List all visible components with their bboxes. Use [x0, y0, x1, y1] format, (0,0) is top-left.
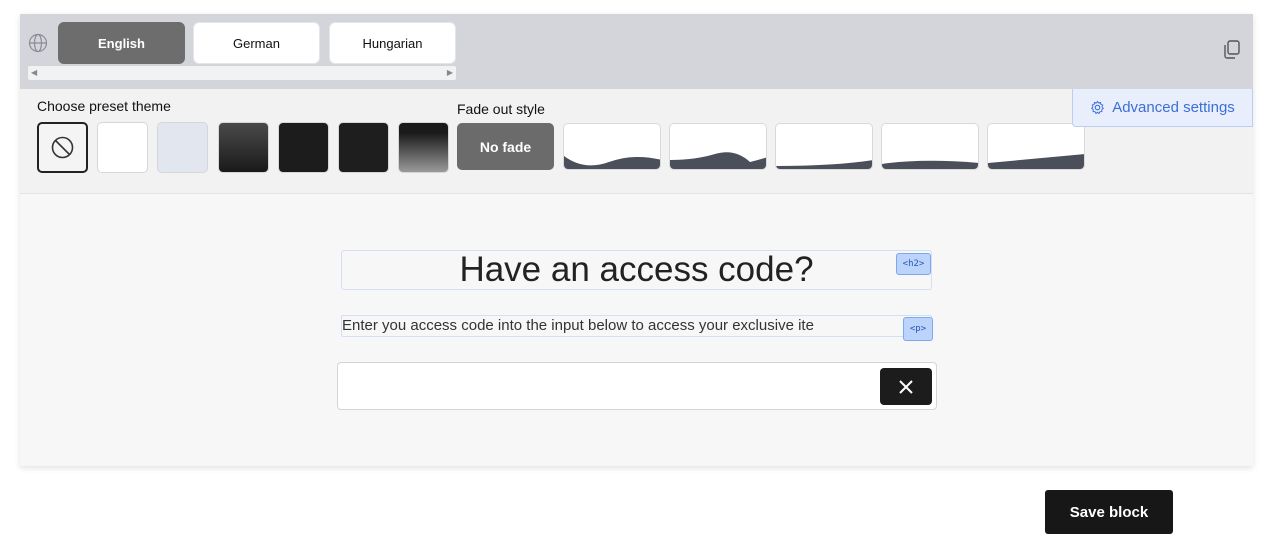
language-bar: English German Hungarian ◀ ▶ — [20, 14, 1253, 89]
fade-curve-2-icon — [882, 160, 978, 169]
advanced-settings-button[interactable]: Advanced settings — [1072, 89, 1253, 127]
fade-curve-1-icon — [776, 160, 872, 169]
theme-light-gray[interactable] — [157, 122, 208, 173]
fade-curve-2-button[interactable] — [881, 123, 979, 170]
theme-settings: Choose preset theme Fade out style No fa… — [20, 89, 1253, 194]
heading-text[interactable]: Have an access code? — [341, 250, 932, 290]
paragraph-text[interactable]: Enter you access code into the input bel… — [341, 315, 932, 337]
fade-wave-2-icon — [670, 152, 766, 169]
preset-theme-label: Choose preset theme — [37, 98, 171, 114]
tab-hungarian[interactable]: Hungarian — [329, 22, 456, 64]
fade-style-label: Fade out style — [457, 101, 545, 117]
scroll-left-icon[interactable]: ◀ — [31, 66, 37, 80]
fade-slope-icon — [988, 154, 1084, 169]
theme-none[interactable] — [37, 122, 88, 173]
theme-white[interactable] — [97, 122, 148, 173]
globe-icon — [28, 33, 48, 53]
theme-dark-gradient[interactable] — [218, 122, 269, 173]
fade-curve-1-button[interactable] — [775, 123, 873, 170]
clear-button[interactable] — [880, 368, 932, 405]
fade-wave-1-button[interactable] — [563, 123, 661, 170]
no-theme-icon — [51, 136, 74, 159]
theme-black-gradient[interactable] — [398, 122, 449, 173]
fade-none-button[interactable]: No fade — [457, 123, 554, 170]
scroll-right-icon[interactable]: ▶ — [447, 66, 453, 80]
fade-wave-2-button[interactable] — [669, 123, 767, 170]
tab-english[interactable]: English — [58, 22, 185, 64]
advanced-settings-label: Advanced settings — [1112, 99, 1235, 116]
block-editor: English German Hungarian ◀ ▶ Choose pres… — [20, 14, 1253, 466]
h2-tag-badge[interactable]: <h2> — [896, 253, 931, 275]
fade-wave-1-icon — [564, 156, 660, 169]
copy-icon[interactable] — [1221, 38, 1243, 60]
theme-black-2[interactable] — [338, 122, 389, 173]
gear-icon — [1091, 100, 1105, 115]
tabs-scrollbar[interactable]: ◀ ▶ — [28, 66, 456, 80]
save-block-button[interactable]: Save block — [1045, 490, 1173, 534]
fade-slope-button[interactable] — [987, 123, 1085, 170]
tab-german[interactable]: German — [193, 22, 320, 64]
close-icon — [899, 379, 913, 394]
theme-black[interactable] — [278, 122, 329, 173]
access-code-input[interactable] — [337, 362, 937, 410]
p-tag-badge[interactable]: <p> — [903, 317, 933, 341]
